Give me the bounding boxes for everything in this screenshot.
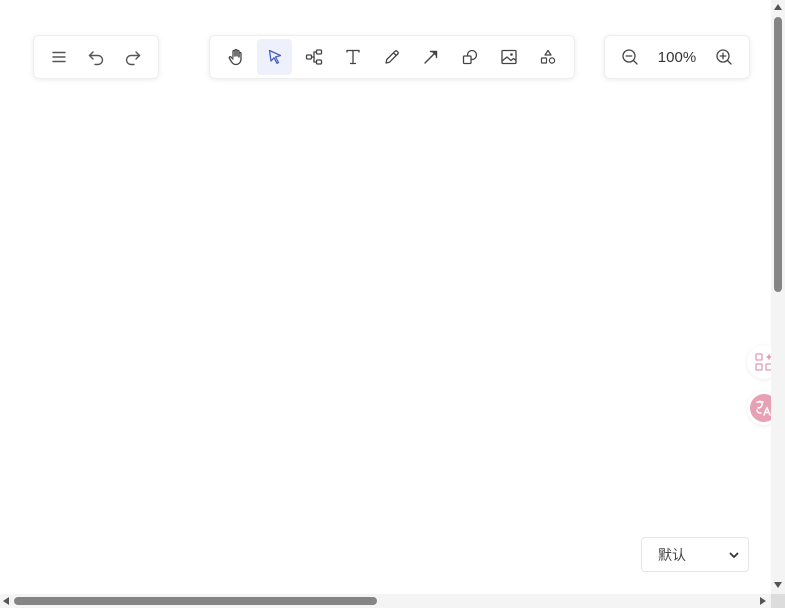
zoom-in-button[interactable] <box>707 39 741 75</box>
more-shapes-button[interactable] <box>531 39 566 75</box>
zoom-out-button[interactable] <box>613 39 647 75</box>
pencil-tool-button[interactable] <box>374 39 409 75</box>
select-tool-button[interactable] <box>257 39 293 75</box>
redo-icon <box>126 51 141 66</box>
menu-icon <box>51 51 66 63</box>
shape-tool-button[interactable] <box>453 39 488 75</box>
theme-select[interactable]: 默认 <box>641 537 749 572</box>
vertical-scroll-thumb[interactable] <box>774 17 782 292</box>
undo-icon <box>88 51 104 66</box>
cursor-icon <box>268 49 281 64</box>
scroll-right-arrow-icon[interactable] <box>760 597 766 605</box>
scroll-left-arrow-icon[interactable] <box>3 597 9 605</box>
app-toolbar <box>33 35 159 79</box>
whiteboard-canvas[interactable] <box>0 0 770 594</box>
horizontal-scrollbar[interactable] <box>0 594 771 608</box>
image-icon <box>501 49 517 65</box>
text-tool-button[interactable] <box>335 39 370 75</box>
arrow-icon <box>424 50 438 64</box>
drawing-toolbar <box>209 35 575 79</box>
shape-icon <box>463 49 478 65</box>
menu-button[interactable] <box>42 39 75 75</box>
zoom-in-icon <box>716 49 732 65</box>
scroll-down-arrow-icon[interactable] <box>774 582 782 588</box>
redo-button[interactable] <box>117 39 150 75</box>
zoom-toolbar: 100% <box>604 35 750 79</box>
chevron-down-icon <box>729 552 739 558</box>
zoom-out-icon <box>622 49 638 65</box>
undo-button[interactable] <box>79 39 112 75</box>
scrollbar-corner <box>771 594 785 608</box>
mindmap-icon <box>305 49 322 65</box>
hand-tool-button[interactable] <box>218 39 253 75</box>
more-shapes-icon <box>541 49 556 64</box>
mindmap-tool-button[interactable] <box>296 39 331 75</box>
pencil-icon <box>385 50 399 64</box>
hand-icon <box>228 48 242 66</box>
scroll-up-arrow-icon[interactable] <box>774 4 782 10</box>
vertical-scrollbar[interactable] <box>771 0 785 594</box>
image-tool-button[interactable] <box>492 39 527 75</box>
arrow-tool-button[interactable] <box>414 39 449 75</box>
theme-select-value: 默认 <box>658 547 686 564</box>
zoom-level[interactable]: 100% <box>649 49 705 66</box>
horizontal-scroll-thumb[interactable] <box>14 597 377 605</box>
text-icon <box>346 49 360 65</box>
